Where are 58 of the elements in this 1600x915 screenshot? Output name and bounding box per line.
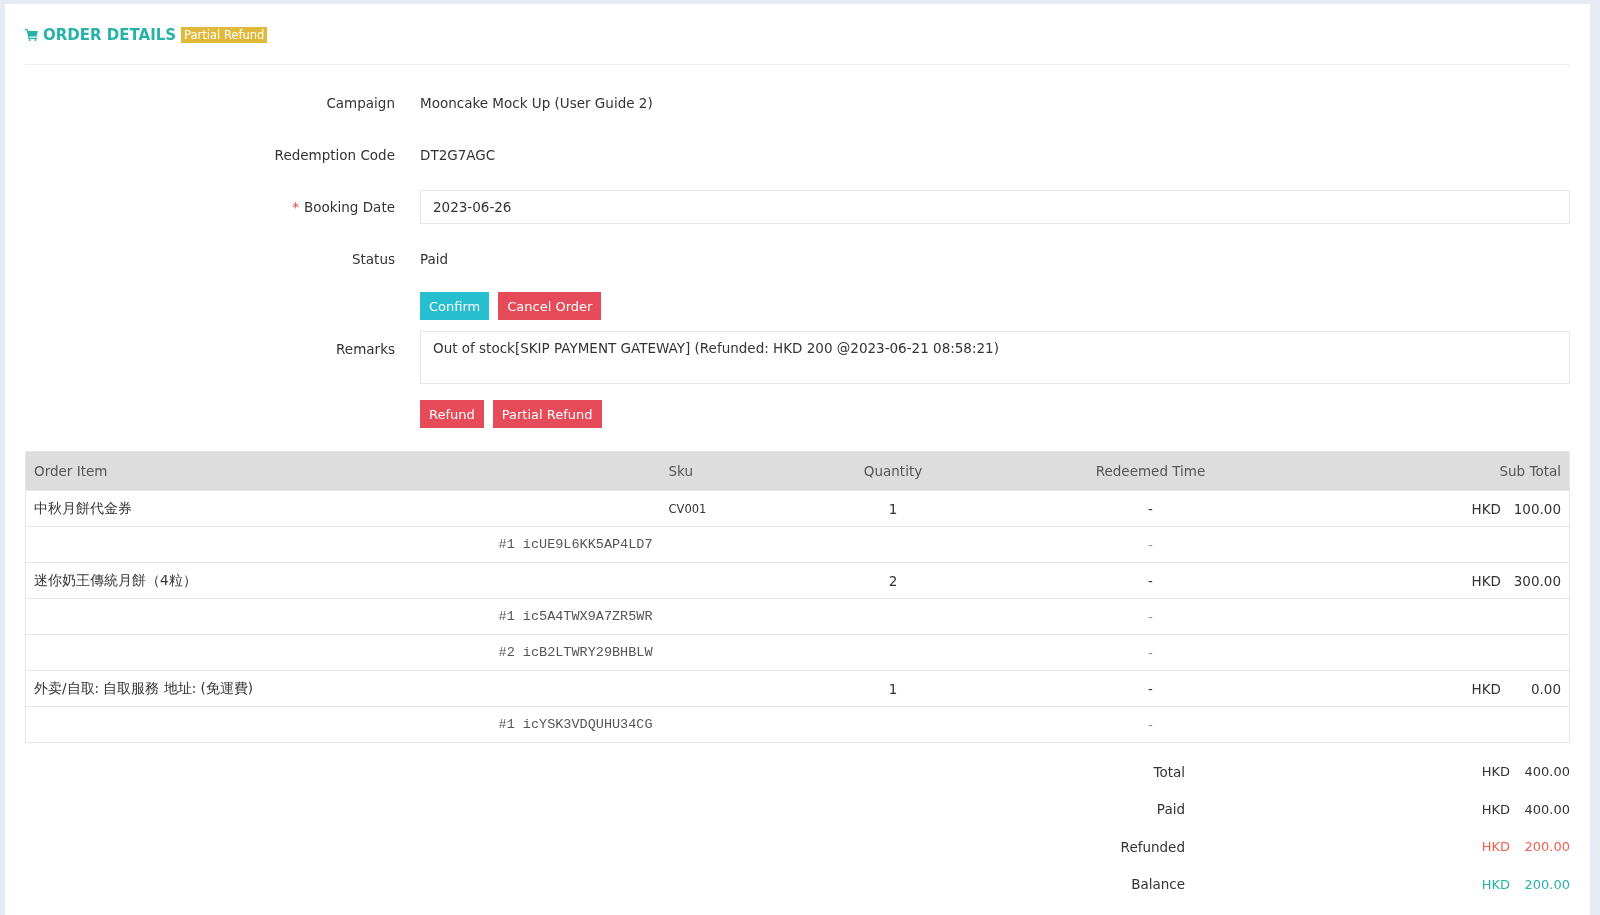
item-name: 外卖/自取: 自取服務 地址: (免運費) <box>34 679 254 696</box>
amount-text: 400.00 <box>1523 764 1570 780</box>
amount-text: 300.00 <box>1512 572 1561 589</box>
currency-text: HKD <box>1481 839 1510 855</box>
column-header: Sub Total <box>1325 451 1570 491</box>
summary-label: Paid <box>1155 801 1185 818</box>
field-label: Remarks <box>336 341 395 357</box>
redeemed-time: - <box>1148 500 1153 517</box>
amount-text: 200.00 <box>1523 839 1570 855</box>
quantity-text: 1 <box>888 680 898 697</box>
currency-text: HKD <box>1471 500 1501 517</box>
summary-label: Refunded <box>1119 838 1185 855</box>
action-button[interactable]: Partial Refund <box>492 400 602 428</box>
action-button[interactable]: Refund <box>420 400 484 428</box>
currency-text: HKD <box>1481 801 1510 817</box>
redeemed-time: - <box>1148 608 1153 625</box>
remarks-field[interactable]: Out of stock[SKIP PAYMENT GATEWAY] (Refunded: HKD 200 @2023-06-21 08:58:21) <box>420 331 1570 384</box>
action-button[interactable]: Cancel Order <box>498 292 602 320</box>
currency-text: HKD <box>1471 572 1501 589</box>
item-name: 迷你奶王傳統月餅（4粒） <box>34 571 197 588</box>
column-header: Sku <box>660 451 811 491</box>
field-value: Paid <box>420 251 449 267</box>
column-header: Redeemed Time <box>975 451 1326 491</box>
currency-text: HKD <box>1481 764 1510 780</box>
date-input[interactable]: 2023-06-26 <box>420 190 1570 224</box>
field-label: Campaign <box>326 95 395 111</box>
voucher-code: #1 ic5A4TWX9A7ZR5WR <box>498 609 653 624</box>
sku-text: CV001 <box>668 501 707 516</box>
redeemed-time: - <box>1148 536 1153 553</box>
column-header: Quantity <box>810 451 976 491</box>
field-value: Mooncake Mock Up (User Guide 2) <box>420 95 653 111</box>
redeemed-time: - <box>1148 680 1153 697</box>
cart-icon <box>25 29 38 41</box>
action-button[interactable]: Confirm <box>420 292 490 320</box>
currency-text: HKD <box>1471 680 1501 697</box>
summary-label: Total <box>1152 763 1185 780</box>
amount-text: 200.00 <box>1523 876 1570 892</box>
amount-text: 100.00 <box>1512 500 1561 517</box>
column-header: Order Item <box>25 451 661 491</box>
page-title: ORDER DETAILS <box>43 26 177 44</box>
voucher-code: #2 icB2LTWRY29BHBLW <box>498 645 653 660</box>
item-name: 中秋月餅代金券 <box>34 499 132 516</box>
field-label: Redemption Code <box>274 147 395 163</box>
field-label: Status <box>351 251 395 267</box>
redeemed-time: - <box>1148 644 1153 661</box>
field-label: * Booking Date <box>292 199 395 215</box>
summary-label: Balance <box>1130 876 1185 893</box>
currency-text: HKD <box>1481 876 1510 892</box>
quantity-text: 2 <box>888 572 898 589</box>
quantity-text: 1 <box>888 500 898 517</box>
voucher-code: #1 icUE9L6KK5AP4LD7 <box>498 537 653 552</box>
amount-text: 0.00 <box>1529 680 1561 697</box>
voucher-code: #1 icYSK3VDQUHU34CG <box>498 717 653 732</box>
amount-text: 400.00 <box>1523 801 1570 817</box>
redeemed-time: - <box>1148 716 1153 733</box>
field-value: DT2G7AGC <box>420 147 496 163</box>
status-badge: Partial Refund <box>181 27 268 43</box>
redeemed-time: - <box>1148 572 1153 589</box>
